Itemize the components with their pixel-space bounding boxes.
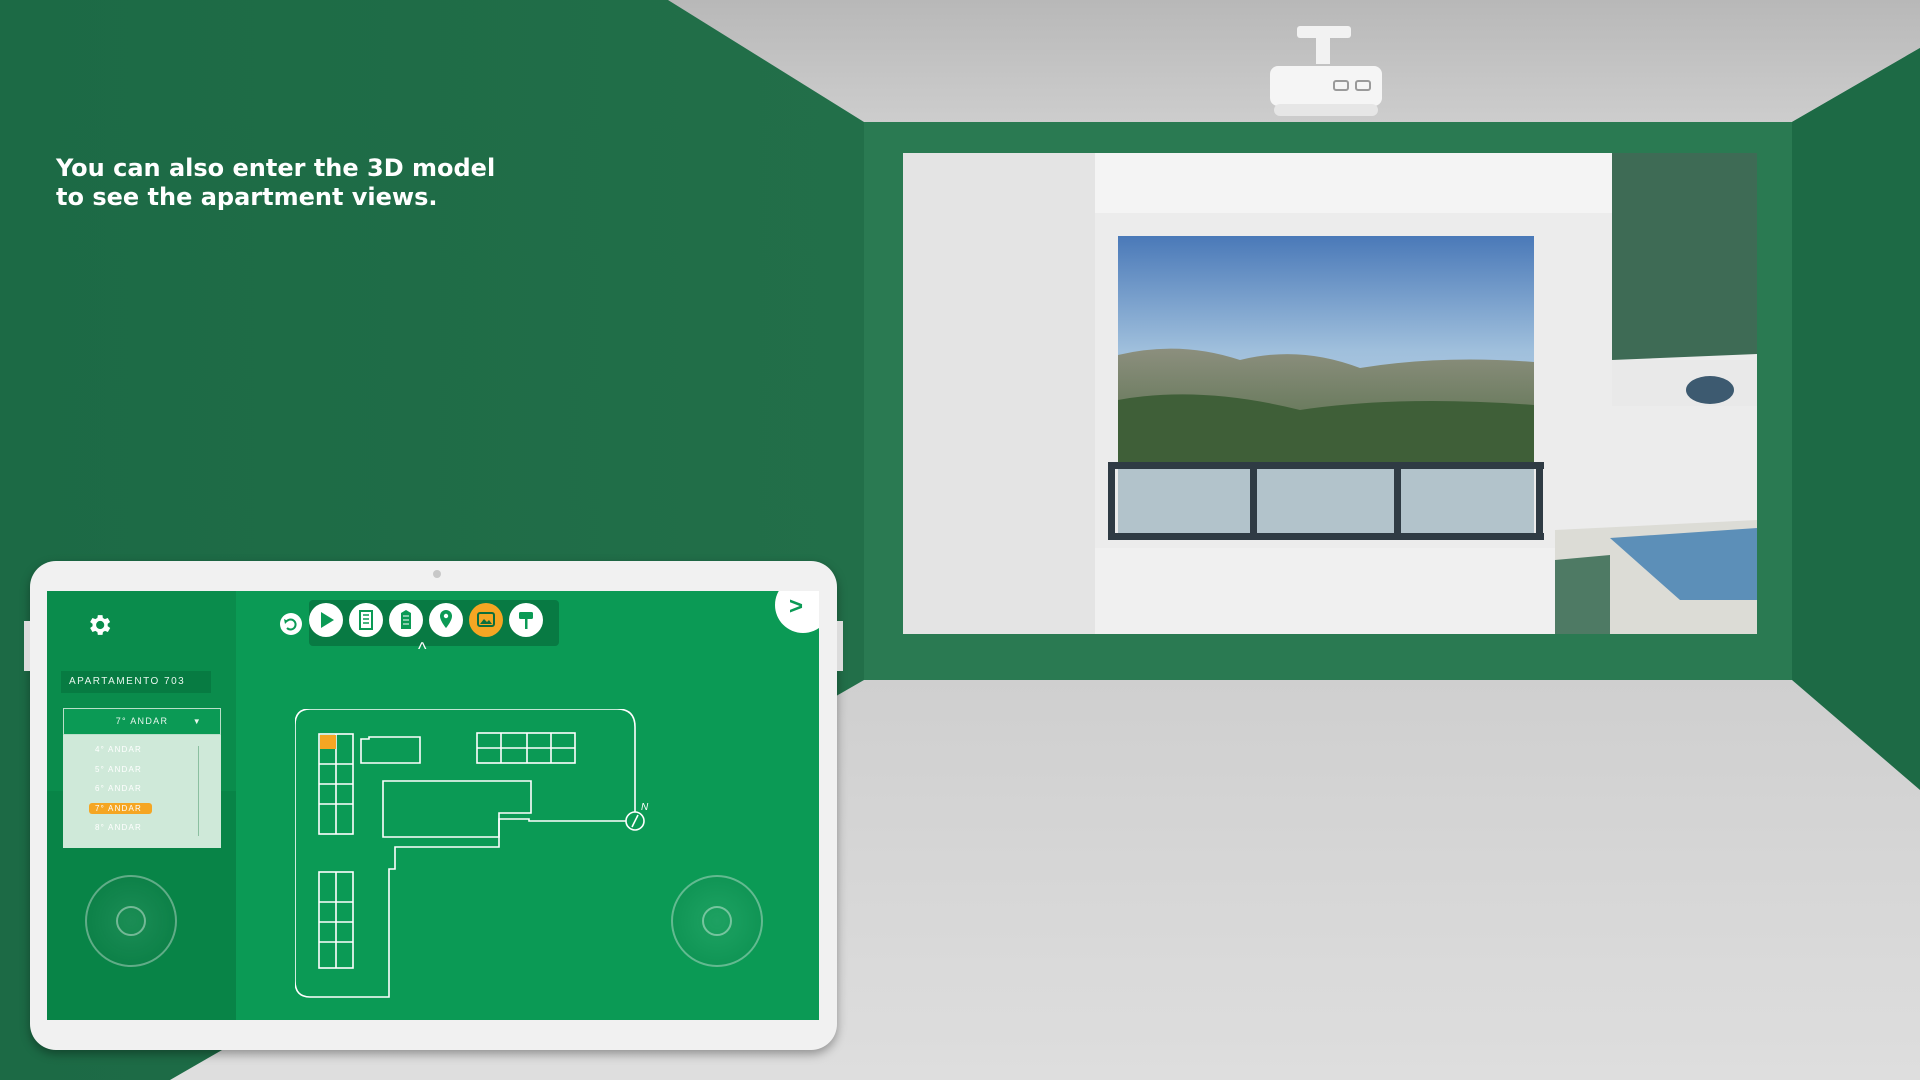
apartment-label: APARTAMENTO 703 bbox=[61, 671, 211, 693]
chevron-down-icon: ▼ bbox=[192, 717, 202, 726]
floor-selector-panel: 7° ANDAR ▼ 4° ANDAR 5° ANDAR 6° ANDAR 7°… bbox=[63, 708, 221, 848]
tower-icon bbox=[401, 610, 411, 629]
location-button[interactable] bbox=[429, 603, 463, 637]
selected-apartment-marker[interactable] bbox=[320, 735, 336, 749]
floor-option-label: 4° ANDAR bbox=[95, 745, 143, 754]
undo-button[interactable] bbox=[280, 613, 302, 635]
paint-roller-icon bbox=[519, 612, 533, 629]
camera-icon bbox=[433, 570, 441, 578]
chevron-up-icon[interactable]: ^ bbox=[418, 639, 426, 660]
image-view-button[interactable] bbox=[469, 603, 503, 637]
location-pin-icon bbox=[440, 610, 452, 628]
tower-view-button[interactable] bbox=[389, 603, 423, 637]
projected-balcony-view bbox=[903, 153, 1757, 634]
site-plan-map[interactable]: N bbox=[295, 709, 655, 1009]
floor-option-label: 6° ANDAR bbox=[95, 784, 143, 793]
image-view-icon bbox=[477, 612, 495, 627]
chevron-right-icon: > bbox=[789, 593, 804, 620]
gear-icon[interactable] bbox=[85, 611, 113, 639]
floor-option-label: 7° ANDAR bbox=[89, 802, 153, 814]
next-button[interactable]: > bbox=[775, 591, 819, 633]
joystick-knob[interactable] bbox=[116, 906, 146, 936]
floor-dropdown[interactable]: 7° ANDAR ▼ bbox=[63, 708, 221, 735]
building-view-button[interactable] bbox=[349, 603, 383, 637]
building-icon bbox=[359, 610, 373, 630]
play-icon bbox=[321, 612, 334, 628]
play-tour-button[interactable] bbox=[309, 603, 343, 637]
floor-option-label: 5° ANDAR bbox=[95, 764, 143, 774]
tablet-device: APARTAMENTO 703 7° ANDAR ▼ 4° ANDAR 5° A… bbox=[24, 561, 843, 1050]
tablet-side-button bbox=[837, 621, 843, 671]
floor-list-scrollbar[interactable] bbox=[198, 746, 199, 836]
floor-dropdown-value: 7° ANDAR bbox=[115, 716, 169, 726]
compass-north-label: N bbox=[641, 802, 649, 813]
tablet-screen: APARTAMENTO 703 7° ANDAR ▼ 4° ANDAR 5° A… bbox=[47, 591, 819, 1020]
joystick-knob[interactable] bbox=[702, 906, 732, 936]
look-joystick[interactable] bbox=[671, 875, 763, 967]
move-joystick[interactable] bbox=[85, 875, 177, 967]
undo-icon bbox=[284, 618, 297, 631]
instruction-caption: You can also enter the 3D model to see t… bbox=[56, 154, 495, 212]
paint-finish-button[interactable] bbox=[509, 603, 543, 637]
caption-line-2: to see the apartment views. bbox=[56, 183, 438, 211]
caption-line-1: You can also enter the 3D model bbox=[56, 154, 496, 182]
tablet-side-button bbox=[24, 621, 30, 671]
floor-option-label: 8° ANDAR bbox=[95, 823, 143, 832]
